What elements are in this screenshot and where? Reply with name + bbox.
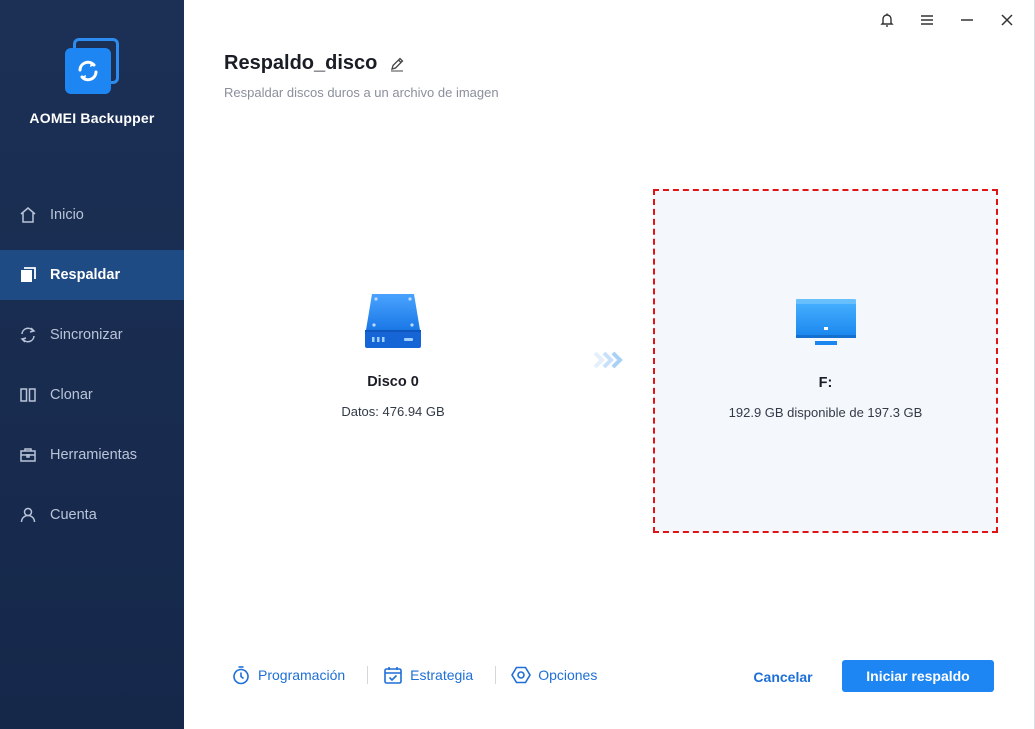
home-icon <box>18 205 38 225</box>
strategy-link[interactable]: Estrategia <box>382 664 473 686</box>
app-logo: AOMEI Backupper <box>0 38 184 126</box>
schedule-link[interactable]: Programación <box>230 664 345 686</box>
toolbox-icon <box>18 445 38 465</box>
options-link[interactable]: Opciones <box>510 664 597 686</box>
source-disk[interactable]: Disco 0 Datos: 476.94 GB <box>300 290 486 419</box>
sidebar-item-inicio[interactable]: Inicio <box>0 190 184 240</box>
options-label: Opciones <box>538 667 598 683</box>
app-name: AOMEI Backupper <box>29 110 155 126</box>
edit-pencil-icon[interactable] <box>389 55 407 73</box>
sidebar-item-sincronizar[interactable]: Sincronizar <box>0 310 184 360</box>
minimize-icon[interactable] <box>947 8 987 32</box>
clone-icon <box>18 385 38 405</box>
destination-name: F: <box>818 375 833 391</box>
sidebar-item-respaldar[interactable]: Respaldar <box>0 250 184 300</box>
sidebar-item-herramientas[interactable]: Herramientas <box>0 430 184 480</box>
separator <box>495 666 497 684</box>
sidebar-nav: Inicio Respaldar Sincronizar Clonar Herr… <box>0 190 184 550</box>
calendar-check-icon <box>382 664 404 686</box>
destination-selector[interactable]: F: 192.9 GB disponible de 197.3 GB <box>653 189 998 533</box>
settings-hexagon-icon <box>510 664 532 686</box>
bottom-options-bar: Programación Estrategia Opciones <box>230 664 597 686</box>
user-icon <box>18 505 38 525</box>
sidebar-item-label: Sincronizar <box>50 327 123 343</box>
start-backup-button[interactable]: Iniciar respaldo <box>842 660 994 692</box>
window-controls <box>867 8 1027 32</box>
strategy-label: Estrategia <box>410 667 474 683</box>
direction-arrow-icon <box>593 350 627 370</box>
separator <box>367 666 369 684</box>
title-row: Respaldo_disco <box>224 52 407 75</box>
sync-icon <box>18 325 38 345</box>
sidebar-item-label: Inicio <box>50 207 84 223</box>
sidebar-item-clonar[interactable]: Clonar <box>0 370 184 420</box>
backup-icon <box>18 265 38 285</box>
source-disk-name: Disco 0 <box>367 374 419 390</box>
source-disk-info: Datos: 476.94 GB <box>341 404 445 419</box>
sidebar-item-label: Cuenta <box>50 507 97 523</box>
sidebar: AOMEI Backupper Inicio Respaldar Sincron… <box>0 0 184 729</box>
timer-icon <box>230 664 252 686</box>
close-icon[interactable] <box>987 8 1027 32</box>
page-subtitle: Respaldar discos duros a un archivo de i… <box>224 85 499 100</box>
sidebar-item-label: Respaldar <box>50 267 121 283</box>
schedule-label: Programación <box>258 667 346 683</box>
sidebar-item-label: Clonar <box>50 387 93 403</box>
hard-disk-icon <box>300 290 486 352</box>
aomei-logo-icon <box>63 38 121 96</box>
page-title: Respaldo_disco <box>224 52 378 74</box>
menu-icon[interactable] <box>907 8 947 32</box>
sidebar-item-cuenta[interactable]: Cuenta <box>0 490 184 540</box>
destination-info: 192.9 GB disponible de 197.3 GB <box>728 405 923 420</box>
monitor-drive-icon <box>655 297 996 349</box>
sidebar-item-label: Herramientas <box>50 447 138 463</box>
cancel-button[interactable]: Cancelar <box>744 662 822 692</box>
notification-bell-icon[interactable] <box>867 8 907 32</box>
